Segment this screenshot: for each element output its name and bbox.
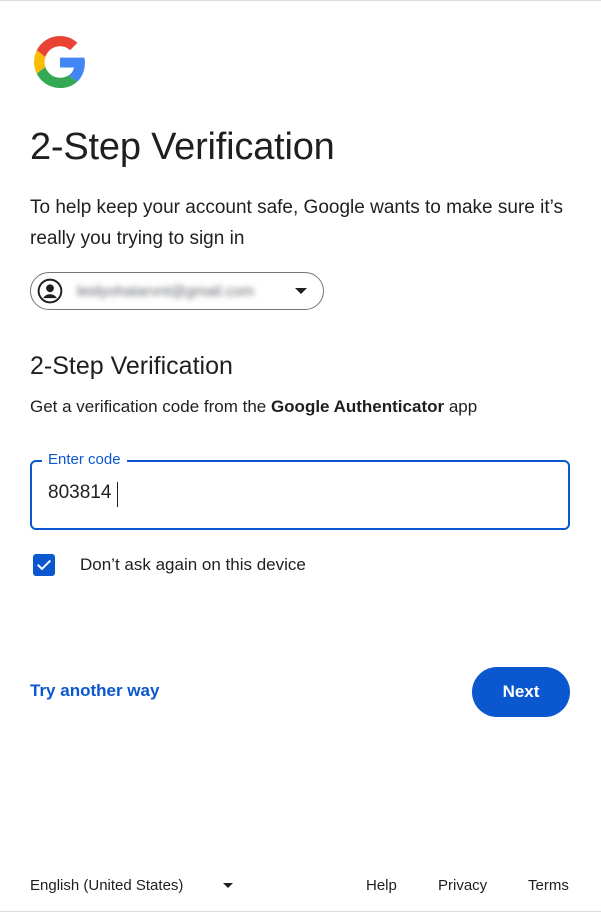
- verification-instructions: Get a verification code from the Google …: [30, 395, 477, 419]
- caret-down-icon: [223, 883, 234, 888]
- google-logo-icon: [34, 36, 85, 88]
- footer: English (United States) Help Privacy Ter…: [0, 877, 601, 899]
- dont-ask-again-row[interactable]: Don’t ask again on this device: [33, 551, 306, 578]
- page-title: 2-Step Verification: [30, 126, 335, 168]
- caret-down-icon: [295, 288, 307, 294]
- bottom-divider: [0, 911, 601, 912]
- language-label: English (United States): [30, 877, 184, 894]
- signin-page: 2-Step Verification To help keep your ac…: [0, 0, 601, 913]
- instructions-app-name: Google Authenticator: [270, 397, 445, 416]
- code-field[interactable]: Enter code: [30, 450, 570, 530]
- terms-link[interactable]: Terms: [528, 877, 569, 894]
- help-link[interactable]: Help: [366, 877, 397, 894]
- code-field-label: Enter code: [42, 450, 127, 470]
- next-button[interactable]: Next: [472, 667, 570, 717]
- code-input[interactable]: [48, 482, 528, 504]
- account-chip[interactable]: leidyohatarvnt@gmail.com: [30, 272, 324, 310]
- account-email: leidyohatarvnt@gmail.com: [77, 282, 254, 300]
- account-circle-icon: [37, 278, 63, 304]
- checkmark-icon: [36, 559, 52, 570]
- dont-ask-again-checkbox[interactable]: [33, 553, 55, 576]
- try-another-way-link[interactable]: Try another way: [30, 681, 159, 701]
- text-cursor: [117, 482, 118, 507]
- language-select[interactable]: English (United States): [30, 877, 234, 894]
- section-title: 2-Step Verification: [30, 352, 233, 380]
- privacy-link[interactable]: Privacy: [438, 877, 487, 894]
- instructions-suffix: app: [444, 397, 478, 416]
- page-subtitle: To help keep your account safe, Google w…: [30, 197, 564, 249]
- instructions-prefix: Get a verification code from the: [30, 397, 271, 416]
- dont-ask-again-label: Don’t ask again on this device: [80, 554, 306, 574]
